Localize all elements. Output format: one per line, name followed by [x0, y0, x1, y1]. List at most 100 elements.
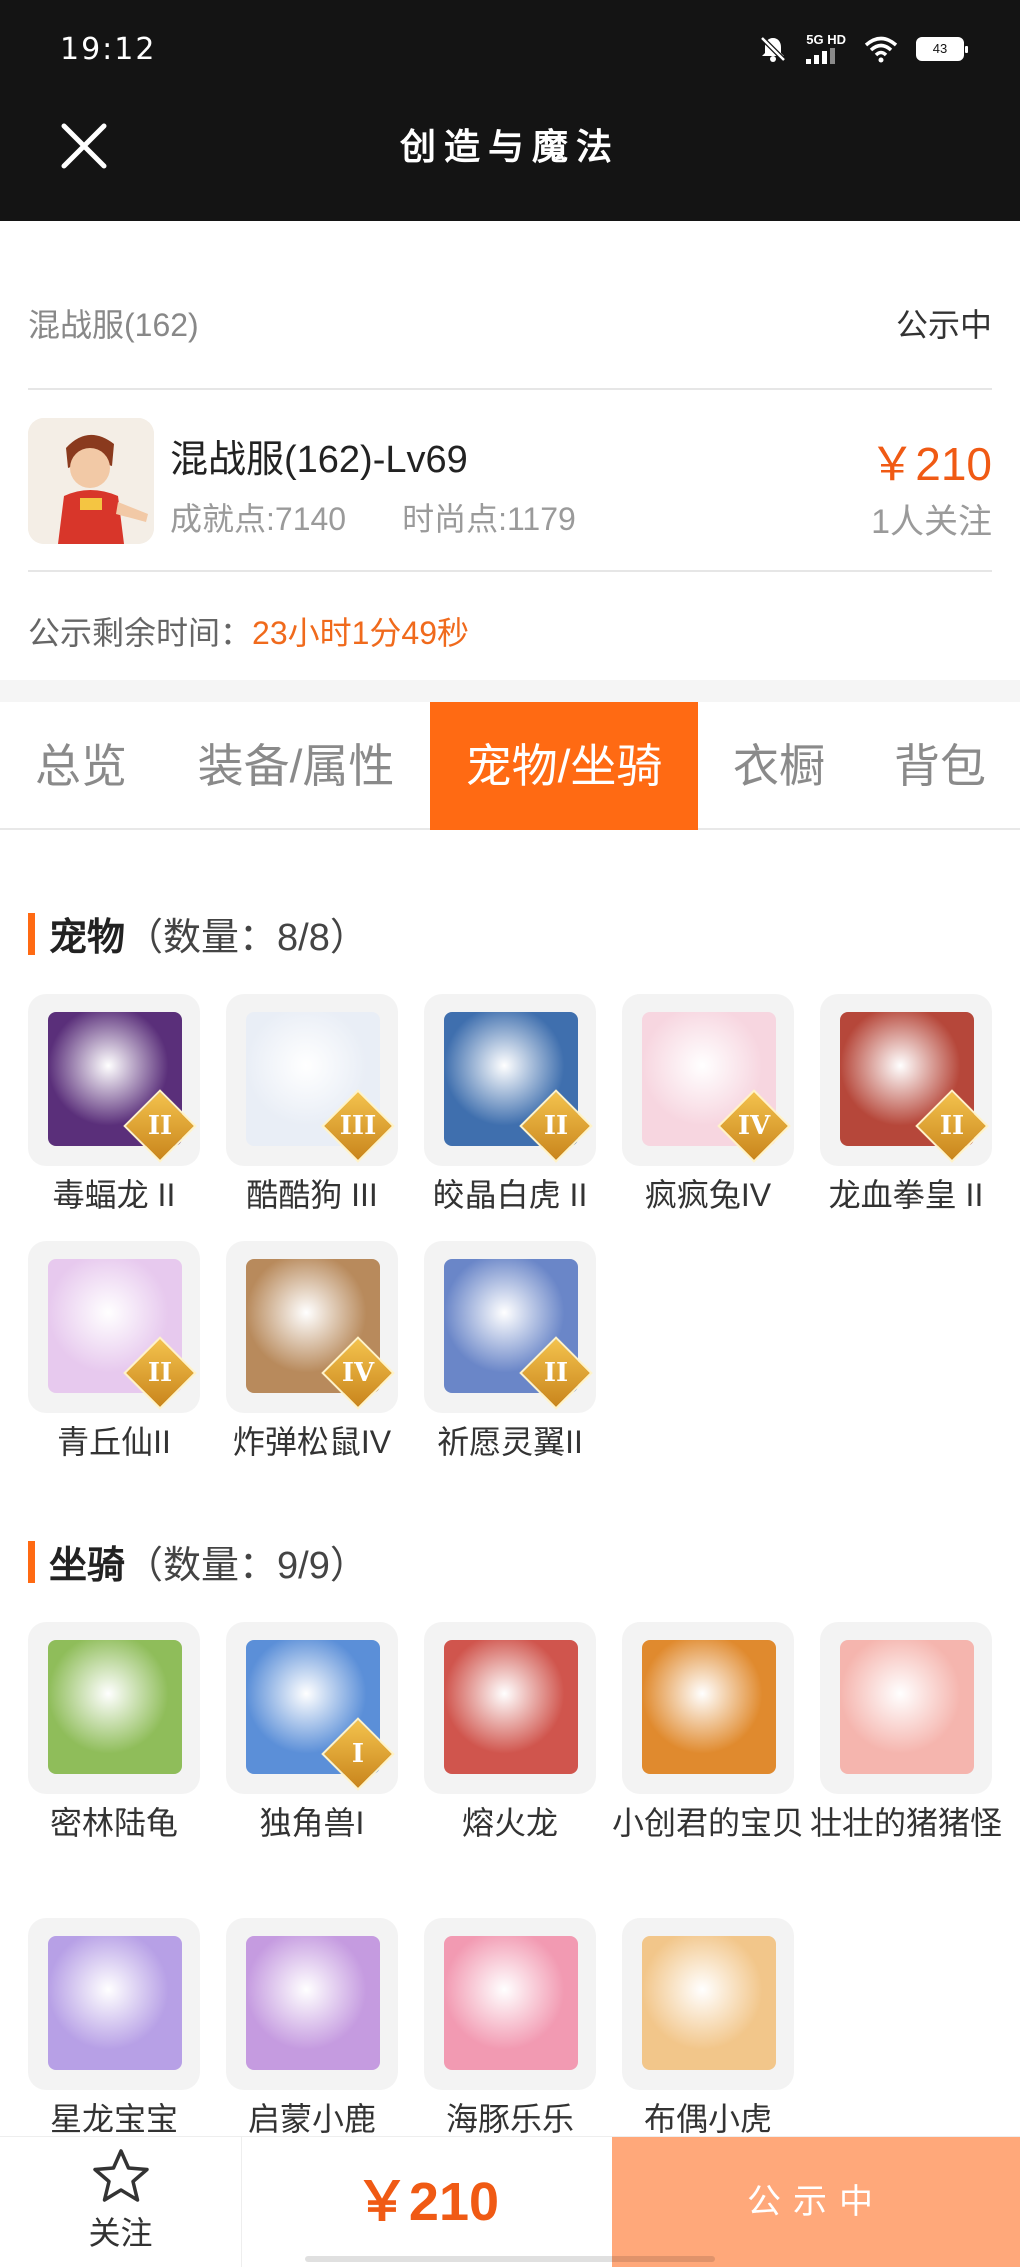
- mount-card[interactable]: I 独角兽I: [226, 1622, 398, 1846]
- tab-pets-mounts[interactable]: 宠物/坐骑: [430, 702, 698, 830]
- item-thumbnail: II: [424, 994, 596, 1166]
- rank-badge: III: [339, 1111, 377, 1141]
- signal-icon: 5G HD: [806, 32, 846, 64]
- follow-button[interactable]: 关注: [0, 2137, 242, 2267]
- server-name: 混战服(162): [28, 307, 199, 343]
- mounts-title: 坐骑: [49, 1545, 126, 1587]
- mount-card[interactable]: 布偶小虎: [622, 1918, 794, 2142]
- top-bar: 19:12 5G HD 43 创造与魔法: [0, 0, 1020, 221]
- rank-badge: II: [939, 1111, 965, 1141]
- public-notice-button[interactable]: 公示中: [612, 2137, 1020, 2267]
- home-indicator: [305, 2256, 715, 2262]
- character-stats: 成就点:7140 时尚点:1179: [170, 494, 576, 540]
- item-art: [444, 1640, 578, 1774]
- network-type: 5G HD: [806, 32, 846, 47]
- tab-wardrobe[interactable]: 衣橱: [698, 702, 860, 830]
- mount-card[interactable]: 海豚乐乐: [424, 1918, 596, 2142]
- rank-badge: II: [543, 1111, 569, 1141]
- rank-badge: II: [147, 1111, 173, 1141]
- item-thumbnail: IV: [622, 994, 794, 1166]
- pet-card[interactable]: II 皎晶白虎 II: [424, 994, 596, 1218]
- rank-badge: II: [147, 1358, 173, 1388]
- item-thumbnail: II: [28, 994, 200, 1166]
- mount-card[interactable]: 星龙宝宝: [28, 1918, 200, 2142]
- pet-card[interactable]: IV 疯疯兔IV: [622, 994, 794, 1218]
- item-thumbnail: III: [226, 994, 398, 1166]
- pet-card[interactable]: II 龙血拳皇 II: [820, 994, 992, 1218]
- battery-icon: 43: [916, 37, 968, 61]
- rank-badge: IV: [341, 1358, 375, 1388]
- item-name: 独角兽I: [259, 1805, 365, 1841]
- tab-bar: 总览 装备/属性 宠物/坐骑 衣橱 背包: [0, 702, 1020, 830]
- item-name: 炸弹松鼠IV: [232, 1424, 392, 1460]
- item-name: 毒蝠龙 II: [52, 1177, 176, 1213]
- item-name: 熔火龙: [461, 1805, 558, 1841]
- status-time: 19:12: [60, 32, 157, 67]
- mount-card[interactable]: 启蒙小鹿: [226, 1918, 398, 2142]
- item-art: [246, 1936, 380, 2070]
- mounts-count: （数量：9/9）: [125, 1545, 368, 1587]
- pet-card[interactable]: II 祈愿灵翼II: [424, 1241, 596, 1465]
- mount-card[interactable]: 小创君的宝贝: [612, 1622, 804, 1846]
- item-thumbnail: [622, 1622, 794, 1794]
- item-thumbnail: I: [226, 1622, 398, 1794]
- rank-badge: II: [543, 1358, 569, 1388]
- tab-backpack[interactable]: 背包: [860, 702, 1020, 830]
- item-name: 皎晶白虎 II: [432, 1177, 588, 1213]
- rank-badge: IV: [737, 1111, 771, 1141]
- item-name: 酷酷狗 III: [246, 1177, 378, 1213]
- mount-card[interactable]: 密林陆龟: [28, 1622, 200, 1846]
- item-art: [48, 1640, 182, 1774]
- divider: [28, 570, 992, 572]
- section-marker: [28, 912, 35, 955]
- item-thumbnail: [226, 1918, 398, 2090]
- pets-section-header: 宠物 （数量：8/8）: [28, 906, 368, 961]
- item-art: [840, 1640, 974, 1774]
- item-thumbnail: [622, 1918, 794, 2090]
- character-name: 混战服(162)-Lv69: [170, 439, 468, 481]
- follower-count: 1人关注: [871, 503, 992, 541]
- item-thumbnail: II: [28, 1241, 200, 1413]
- countdown-label: 公示剩余时间：: [28, 615, 253, 651]
- item-thumbnail: [820, 1622, 992, 1794]
- mount-card[interactable]: 壮壮的猪猪怪: [810, 1622, 1002, 1846]
- item-thumbnail: IV: [226, 1241, 398, 1413]
- item-name: 密林陆龟: [49, 1805, 178, 1841]
- listing-status: 公示中: [895, 307, 992, 343]
- item-thumbnail: [424, 1918, 596, 2090]
- item-art: [642, 1640, 776, 1774]
- bottom-action-bar: 关注 ￥210 公示中: [0, 2136, 1020, 2267]
- mute-bell-icon: [760, 36, 787, 62]
- page-title: 创造与魔法: [399, 126, 620, 168]
- item-thumbnail: II: [820, 994, 992, 1166]
- item-thumbnail: II: [424, 1241, 596, 1413]
- character-summary[interactable]: 混战服(162)-Lv69 成就点:7140 时尚点:1179 ￥210 1人关…: [28, 418, 992, 546]
- item-name: 青丘仙II: [57, 1424, 171, 1460]
- status-icons: 5G HD 43: [758, 32, 968, 64]
- countdown-value: 23小时1分49秒: [252, 615, 470, 651]
- pets-count: （数量：8/8）: [125, 917, 368, 959]
- mounts-section-header: 坐骑 （数量：9/9）: [28, 1534, 368, 1589]
- item-name: 祈愿灵翼II: [437, 1424, 583, 1460]
- bottom-price: ￥210: [354, 2172, 500, 2232]
- mount-card[interactable]: 熔火龙: [424, 1622, 596, 1846]
- item-name: 小创君的宝贝: [611, 1805, 804, 1841]
- item-art: [444, 1936, 578, 2070]
- pet-card[interactable]: III 酷酷狗 III: [226, 994, 398, 1218]
- item-thumbnail: [28, 1918, 200, 2090]
- wifi-icon: [864, 36, 898, 63]
- item-name: 疯疯兔IV: [644, 1177, 772, 1213]
- item-art: [48, 1936, 182, 2070]
- tab-equipment[interactable]: 装备/属性: [162, 702, 430, 830]
- pet-card[interactable]: II 毒蝠龙 II: [28, 994, 200, 1218]
- item-name: 龙血拳皇 II: [828, 1177, 984, 1213]
- item-thumbnail: [424, 1622, 596, 1794]
- countdown: 公示剩余时间：23小时1分49秒: [28, 608, 469, 654]
- star-icon: [92, 2149, 149, 2202]
- tab-overview[interactable]: 总览: [0, 702, 162, 830]
- item-name: 壮壮的猪猪怪: [809, 1805, 1002, 1841]
- pet-card[interactable]: IV 炸弹松鼠IV: [226, 1241, 398, 1465]
- section-separator: [0, 680, 1020, 702]
- item-art: [642, 1936, 776, 2070]
- pet-card[interactable]: II 青丘仙II: [28, 1241, 200, 1465]
